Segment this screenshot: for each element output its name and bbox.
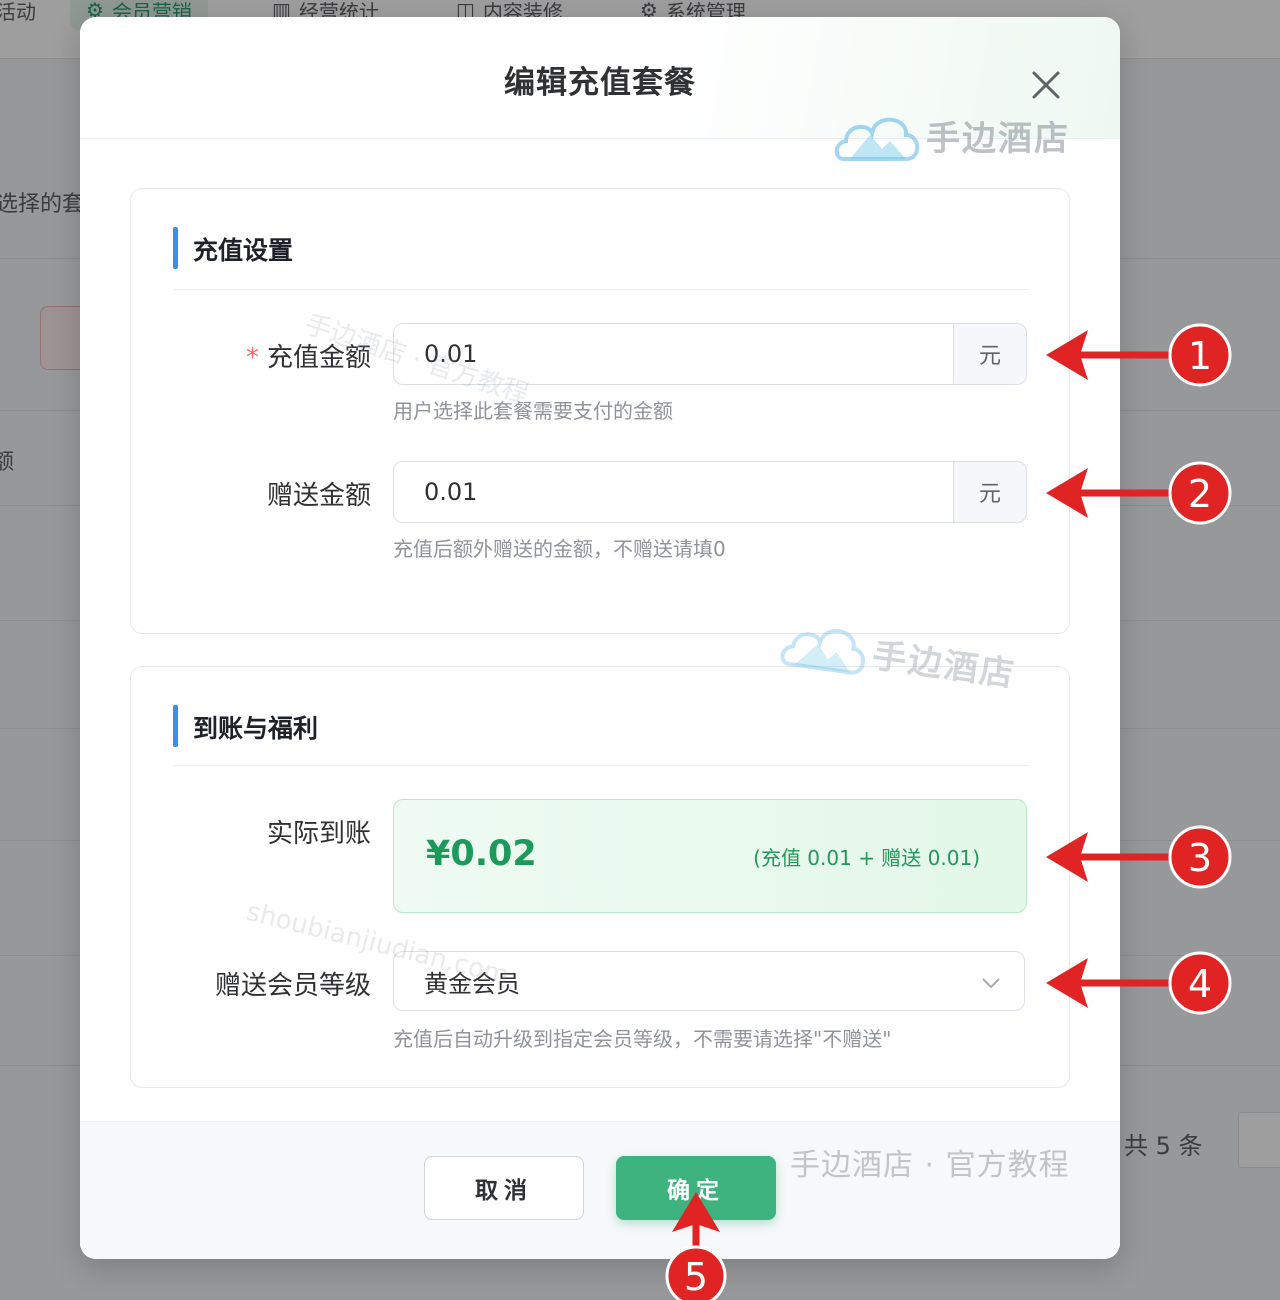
watermark-footer: 手边酒店 · 官方教程 xyxy=(790,1148,1070,1183)
section-recharge-settings: 充值设置 * 充值金额 0.01 元 用户选择此套餐需要支付的金额 赠送金额 0.… xyxy=(130,188,1070,634)
bonus-amount-input[interactable]: 0.01 xyxy=(393,461,954,523)
bonus-amount-field: 0.01 元 xyxy=(393,461,1027,523)
bonus-amount-hint: 充值后额外赠送的金额，不赠送请填0 xyxy=(393,537,726,561)
section-accent-bar xyxy=(173,227,178,269)
chevron-down-icon xyxy=(982,978,1000,989)
member-level-label: 赠送会员等级 xyxy=(214,971,371,1001)
close-button[interactable] xyxy=(1026,65,1066,105)
required-mark: * xyxy=(245,343,259,373)
section-divider xyxy=(173,289,1029,290)
section-title: 到账与福利 xyxy=(193,714,319,743)
member-level-hint: 充值后自动升级到指定会员等级，不需要请选择"不赠送" xyxy=(393,1027,892,1051)
section-accent-bar xyxy=(173,705,178,747)
section-title: 充值设置 xyxy=(193,236,294,265)
watermark-brand: 手边酒店 xyxy=(926,118,1070,159)
dialog-header: 编辑充值套餐 手边酒店 xyxy=(80,17,1120,161)
actual-credit-label: 实际到账 xyxy=(266,819,371,849)
actual-credit-amount: ¥0.02 xyxy=(426,834,537,874)
close-icon xyxy=(1032,71,1060,99)
section-divider xyxy=(173,765,1029,766)
recharge-amount-hint: 用户选择此套餐需要支付的金额 xyxy=(393,399,673,423)
section-credit-benefits: 到账与福利 实际到账 ¥0.02 (充值 0.01 + 赠送 0.01) 赠送会… xyxy=(130,629,1070,1088)
dialog-title: 编辑充值套餐 xyxy=(504,65,696,101)
currency-suffix: 元 xyxy=(954,323,1027,385)
actual-credit-box: ¥0.02 (充值 0.01 + 赠送 0.01) xyxy=(393,799,1027,913)
edit-recharge-package-dialog: 编辑充值套餐 手边酒店 充值设置 * 充值金额 0.01 元 用户选择此套餐需要支… xyxy=(80,17,1120,1259)
cloud-mountain-logo-icon xyxy=(780,629,865,675)
currency-suffix: 元 xyxy=(954,461,1027,523)
watermark-logo: 手边酒店 xyxy=(832,103,1070,167)
bonus-amount-label: 赠送金额 xyxy=(266,481,371,511)
confirm-button[interactable]: 确定 xyxy=(616,1156,776,1220)
cloud-mountain-logo-icon xyxy=(834,117,920,161)
actual-credit-detail: (充值 0.01 + 赠送 0.01) xyxy=(753,846,980,870)
cancel-button[interactable]: 取消 xyxy=(424,1156,584,1220)
watermark-brand: 手边酒店 xyxy=(869,635,1019,695)
